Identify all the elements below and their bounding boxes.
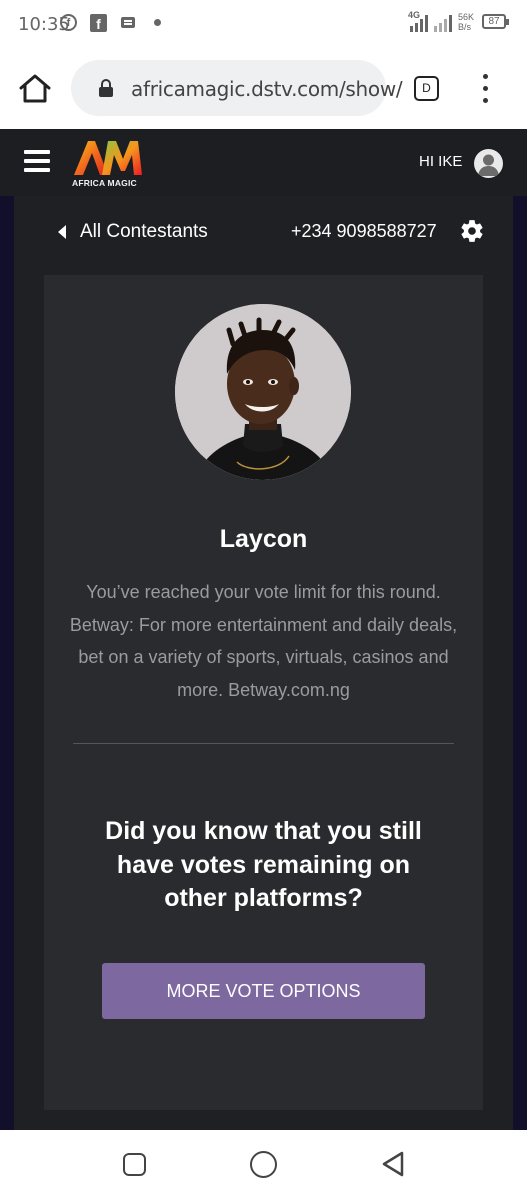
recent-apps-icon[interactable] — [123, 1153, 146, 1176]
phone-number: +234 9098588727 — [291, 221, 437, 241]
message-icon — [121, 17, 135, 28]
logo-text: AFRICA MAGIC — [72, 178, 137, 188]
africa-magic-logo[interactable]: AFRICA MAGIC — [72, 137, 144, 189]
facebook-square-icon: f — [90, 14, 107, 32]
site-header: AFRICA MAGIC HI IKE — [0, 129, 527, 196]
contestant-name: Laycon — [219, 525, 308, 553]
signal-icon — [410, 14, 432, 32]
system-nav-bar — [0, 1130, 527, 1200]
tabs-icon[interactable]: D — [414, 76, 439, 101]
contestant-card: Laycon You’ve reached your vote limit fo… — [44, 275, 483, 1110]
hamburger-icon[interactable] — [24, 150, 50, 172]
address-bar[interactable]: africamagic.dstv.com/show/ — [71, 60, 403, 116]
more-vert-icon[interactable] — [478, 74, 492, 104]
battery-icon: 87 — [482, 14, 509, 29]
dot-icon — [154, 19, 161, 26]
chevron-left-icon — [58, 225, 66, 239]
gear-icon[interactable] — [459, 218, 485, 244]
promo-question: Did you know that you still have votes r… — [105, 817, 422, 912]
divider — [73, 743, 454, 744]
home-circle-icon[interactable] — [250, 1151, 277, 1178]
home-icon[interactable] — [18, 73, 52, 103]
back-triangle-icon[interactable] — [380, 1150, 406, 1178]
back-label: All Contestants — [80, 221, 208, 242]
user-greeting[interactable]: HI IKE — [419, 153, 462, 170]
url-text[interactable]: africamagic.dstv.com/show/ — [131, 77, 403, 101]
user-avatar-icon[interactable] — [474, 149, 503, 178]
browser-toolbar: africamagic.dstv.com/show/ D — [0, 48, 527, 129]
battery-level: 87 — [488, 16, 500, 27]
contestant-photo — [175, 304, 351, 480]
all-contestants-link[interactable]: All Contestants — [58, 221, 208, 243]
facebook-circle-icon: f — [60, 14, 77, 31]
more-vote-options-button[interactable]: MORE VOTE OPTIONS — [102, 963, 425, 1019]
status-bar: 10:35 f f 4G 56K B/s 87 — [0, 0, 527, 48]
tabs-label: D — [422, 81, 431, 95]
network-speed: 56K B/s — [458, 12, 475, 32]
vote-limit-message: You’ve reached your vote limit for this … — [69, 582, 458, 700]
lock-icon — [99, 79, 113, 97]
logo-mark — [74, 141, 142, 175]
signal-icon — [434, 14, 456, 32]
